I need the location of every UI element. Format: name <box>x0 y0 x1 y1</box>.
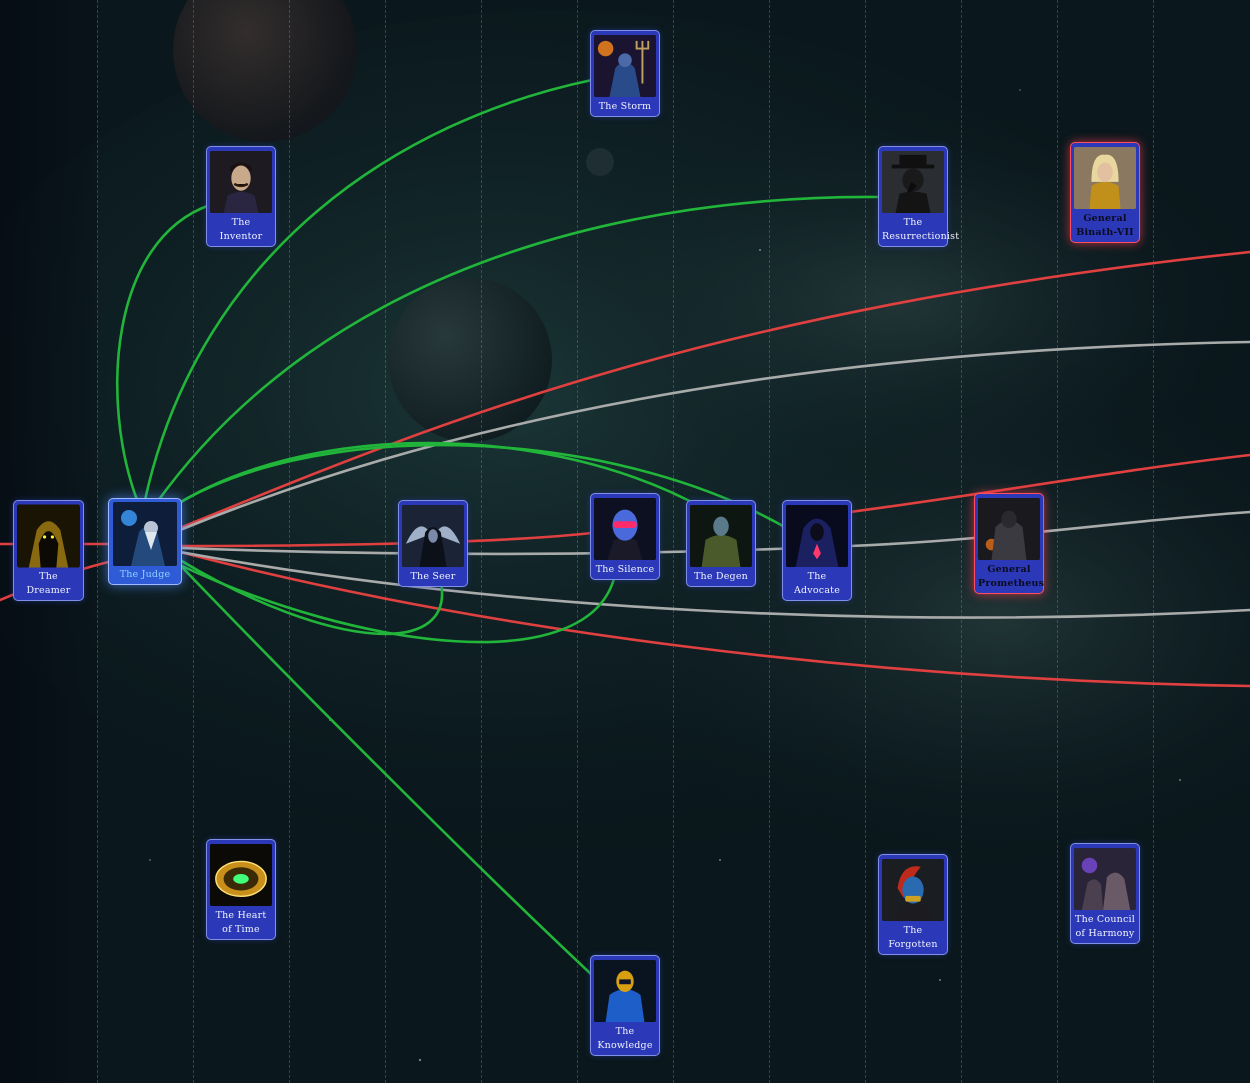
masked-alien-portrait <box>594 497 656 561</box>
blue-armored-portrait <box>594 959 656 1023</box>
wizard-portrait <box>112 502 178 566</box>
trident-warrior-portrait <box>594 34 656 98</box>
blonde-warrior-portrait <box>1074 146 1136 210</box>
node-label: The Seer <box>410 571 456 582</box>
node-label: The Dreamer <box>26 571 71 596</box>
node-judge[interactable]: The Judge <box>108 498 182 585</box>
node-label: General Prometheus <box>978 564 1045 589</box>
node-label: The Storm <box>598 101 652 112</box>
link-green <box>115 203 212 502</box>
node-storm[interactable]: The Storm <box>590 30 660 117</box>
node-advocate[interactable]: The Advocate <box>782 500 852 601</box>
node-silence[interactable]: The Silence <box>590 493 660 580</box>
hooded-mage-portrait <box>786 504 848 568</box>
link-red <box>178 250 1250 530</box>
node-dreamer[interactable]: The Dreamer <box>13 500 84 601</box>
hooded-figure-portrait <box>17 504 80 568</box>
node-knowledge[interactable]: The Knowledge <box>590 955 660 1056</box>
graph-canvas[interactable]: The Dreamer The Judge The Inventor The H… <box>0 0 1250 1083</box>
node-label: The Heart of Time <box>215 910 267 935</box>
node-seer[interactable]: The Seer <box>398 500 468 587</box>
green-soldier-portrait <box>690 504 752 568</box>
node-forgotten[interactable]: The Forgotten <box>878 854 948 955</box>
node-council-of-harmony[interactable]: The Council of Harmony <box>1070 843 1140 944</box>
node-label: The Silence <box>595 564 655 575</box>
node-label: The Resurrectionist <box>882 217 960 242</box>
plague-doctor-portrait <box>882 150 944 214</box>
node-inventor[interactable]: The Inventor <box>206 146 276 247</box>
dark-knight-portrait <box>978 497 1040 561</box>
node-label: The Judge <box>119 569 171 580</box>
node-label: The Inventor <box>219 217 263 242</box>
node-heart-of-time[interactable]: The Heart of Time <box>206 839 276 940</box>
node-label: General Binath-VII <box>1076 213 1134 238</box>
node-label: The Knowledge <box>597 1026 653 1051</box>
node-label: The Degen <box>694 571 748 582</box>
node-degen[interactable]: The Degen <box>686 500 756 587</box>
link-gray <box>848 510 1250 548</box>
node-label: The Council of Harmony <box>1075 914 1135 939</box>
council-figures-portrait <box>1074 847 1136 911</box>
winged-seer-portrait <box>402 504 464 568</box>
node-label: The Forgotten <box>888 925 938 950</box>
node-general-prometheus[interactable]: General Prometheus <box>974 493 1044 594</box>
node-label: The Advocate <box>793 571 841 596</box>
link-red <box>848 453 1250 514</box>
node-general-binath[interactable]: General Binath-VII <box>1070 142 1140 243</box>
clock-wheel-portrait <box>210 843 272 907</box>
mustached-man-portrait <box>210 150 272 214</box>
node-resurrectionist[interactable]: The Resurrectionist <box>878 146 960 247</box>
link-red <box>178 530 602 548</box>
red-haired-masked-portrait <box>882 858 944 922</box>
